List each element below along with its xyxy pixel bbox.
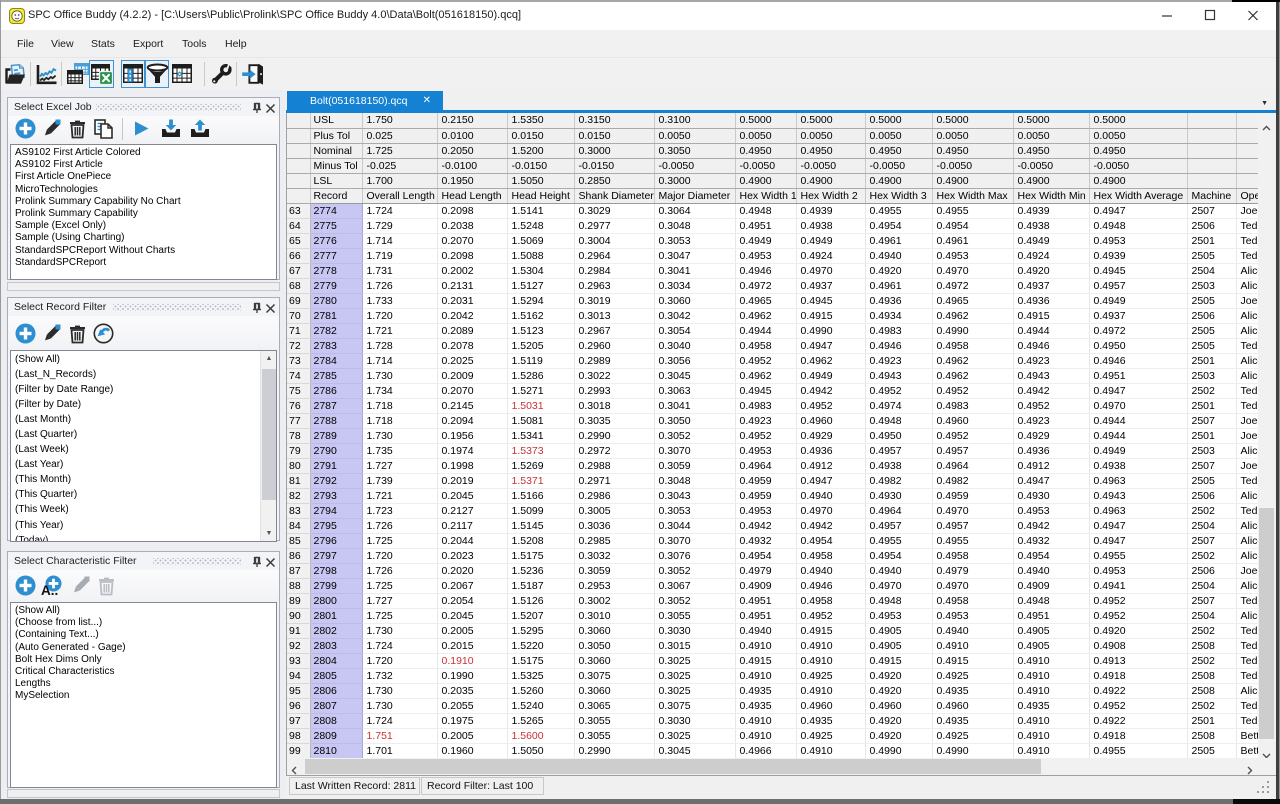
svg-text:A..: A.. [41,583,58,596]
